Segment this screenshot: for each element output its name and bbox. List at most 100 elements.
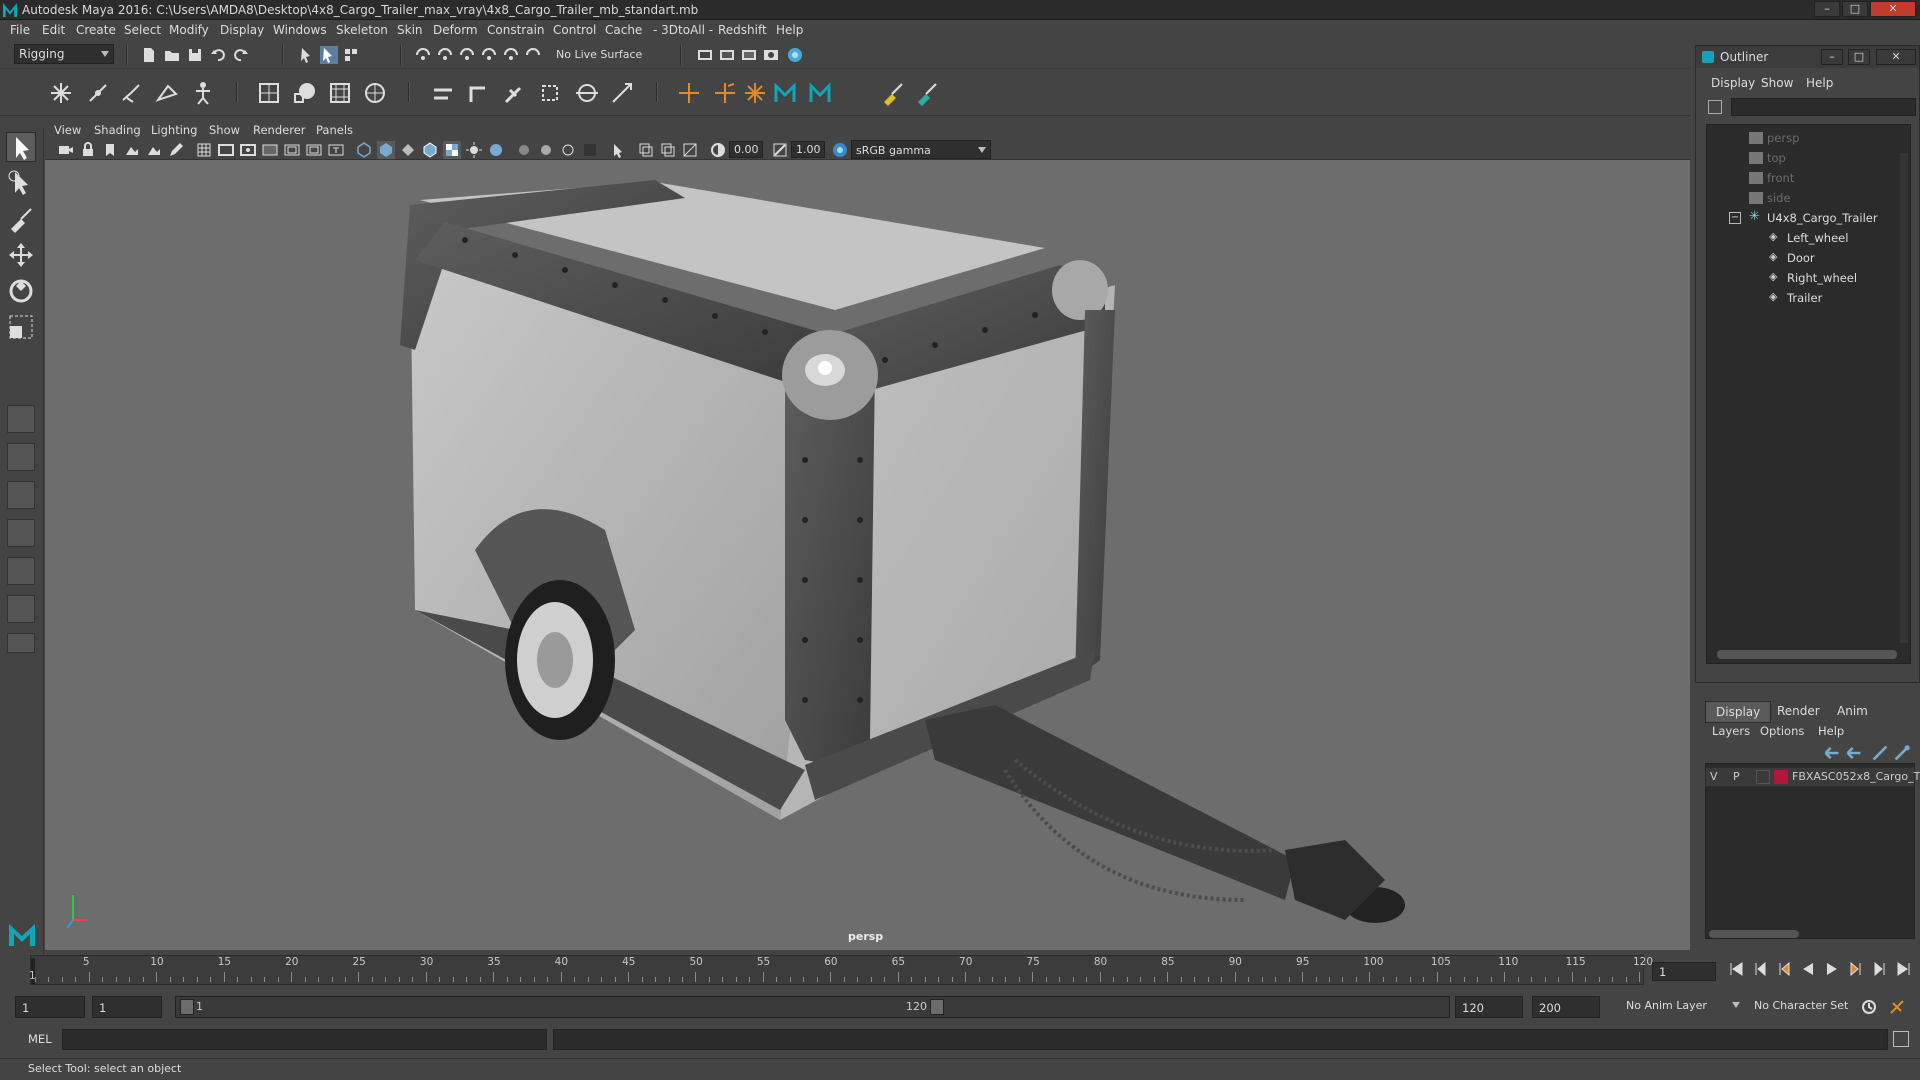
close-icon[interactable]: ✕: [1870, 1, 1916, 17]
viewport-menu-show[interactable]: Show: [209, 123, 240, 137]
snap-grid-icon[interactable]: [414, 46, 432, 64]
live-surface-label[interactable]: No Live Surface: [556, 48, 642, 61]
safe-action-icon[interactable]: [305, 141, 323, 159]
2d-pan-zoom-icon[interactable]: [145, 141, 163, 159]
outliner-item-trailer[interactable]: ◈ Trailer: [1707, 289, 1907, 307]
ik-spline-icon[interactable]: [119, 80, 145, 106]
locator-aim-icon[interactable]: [712, 80, 738, 106]
outliner-menu-show[interactable]: Show: [1761, 76, 1793, 90]
depth-of-field-icon[interactable]: [581, 141, 599, 159]
viewport-menu-lighting[interactable]: Lighting: [151, 123, 197, 137]
exposure-icon[interactable]: [709, 141, 727, 159]
undo-icon[interactable]: [209, 46, 227, 64]
outliner-search-input[interactable]: [1731, 98, 1916, 116]
outliner-item-group[interactable]: − ✳ U4x8_Cargo_Trailer: [1707, 209, 1907, 227]
collapse-icon[interactable]: −: [1729, 212, 1741, 224]
time-slider[interactable]: 1 5 10 15 20 25 30 35 40 45 50 55 60 65 70 75 80 85 90 95 1…: [0, 955, 1920, 987]
paint-brush-icon[interactable]: [914, 80, 940, 106]
range-slider[interactable]: 1 120: [175, 996, 1450, 1018]
skin-bind-icon[interactable]: [154, 80, 180, 106]
textured-icon[interactable]: [443, 141, 461, 159]
range-start-handle[interactable]: [180, 999, 194, 1015]
xray-icon[interactable]: [637, 141, 655, 159]
menu-cache[interactable]: Cache: [605, 23, 642, 37]
scale-tool-icon[interactable]: [6, 312, 36, 342]
anim-layer-dropdown[interactable]: No Anim Layer: [1622, 996, 1744, 1018]
play-backward-icon[interactable]: [1798, 959, 1818, 979]
playback-start-field[interactable]: 1: [92, 996, 162, 1018]
animation-preferences-icon[interactable]: [1888, 998, 1906, 1016]
lock-camera-icon[interactable]: [79, 141, 97, 159]
snap-view-plane-icon[interactable]: [480, 46, 498, 64]
xray-components-icon[interactable]: [681, 141, 699, 159]
current-frame-field[interactable]: 1: [1652, 962, 1716, 981]
outliner-item-door[interactable]: ◈ Door: [1707, 249, 1907, 267]
layer-visibility-toggle[interactable]: V: [1710, 770, 1718, 783]
more-layouts-icon[interactable]: [7, 633, 35, 653]
wireframe-on-shaded-icon[interactable]: [421, 141, 439, 159]
character-set-dropdown[interactable]: No Character Set: [1750, 996, 1868, 1018]
menu-constrain[interactable]: Constrain: [487, 23, 545, 37]
outliner-item-persp[interactable]: persp: [1707, 129, 1907, 147]
step-forward-key-icon[interactable]: [1870, 959, 1890, 979]
move-layer-down-icon[interactable]: [1845, 744, 1861, 760]
go-to-start-icon[interactable]: [1726, 959, 1746, 979]
rotate-tool-icon[interactable]: [6, 276, 36, 306]
ipr-render-icon[interactable]: [740, 46, 758, 64]
layer-row[interactable]: V P FBXASC052x8_Cargo_T: [1705, 767, 1920, 787]
step-back-frame-icon[interactable]: [1774, 959, 1794, 979]
safe-title-icon[interactable]: [327, 141, 345, 159]
lattice-icon[interactable]: [256, 80, 282, 106]
render-frame-icon[interactable]: [718, 46, 736, 64]
layer-menu-layers[interactable]: Layers: [1712, 724, 1750, 738]
go-to-end-icon[interactable]: [1894, 959, 1914, 979]
menu-redshift[interactable]: Redshift: [718, 23, 767, 37]
minimize-icon[interactable]: –: [1814, 1, 1840, 17]
anti-aliasing-icon[interactable]: [559, 141, 577, 159]
outliner-minimize-icon[interactable]: –: [1821, 49, 1843, 65]
deform-m-icon[interactable]: [772, 80, 798, 106]
gamma-icon[interactable]: [771, 141, 789, 159]
image-plane-icon[interactable]: [123, 141, 141, 159]
scale-constraint-icon[interactable]: [537, 80, 563, 106]
move-tool-icon[interactable]: [6, 240, 36, 270]
playback-end-field[interactable]: 120: [1455, 996, 1523, 1018]
outliner-item-right-wheel[interactable]: ◈ Right_wheel: [1707, 269, 1907, 287]
time-ruler[interactable]: 1 5 10 15 20 25 30 35 40 45 50 55 60 65 70 75 80 85 90 95 1…: [29, 955, 1653, 985]
outliner-horizontal-scrollbar[interactable]: [1717, 650, 1897, 659]
color-management-icon[interactable]: [831, 141, 849, 159]
select-object-icon[interactable]: [320, 46, 338, 64]
camera-icon[interactable]: [57, 141, 75, 159]
layer-playback-toggle[interactable]: P: [1733, 770, 1740, 783]
menu-help[interactable]: Help: [776, 23, 803, 37]
save-scene-icon[interactable]: [186, 46, 204, 64]
render-settings-icon[interactable]: [762, 46, 780, 64]
wireframe-icon[interactable]: [355, 141, 373, 159]
layer-reference-toggle[interactable]: [1756, 770, 1770, 784]
viewport-menu-panels[interactable]: Panels: [316, 123, 353, 137]
soft-mod-icon[interactable]: [362, 80, 388, 106]
menu-skin[interactable]: Skin: [397, 23, 423, 37]
new-scene-icon[interactable]: [140, 46, 158, 64]
open-scene-icon[interactable]: [163, 46, 181, 64]
lasso-tool-icon[interactable]: [6, 168, 36, 198]
menu-3dtoall[interactable]: - 3DtoAll -: [653, 23, 713, 37]
motion-blur-icon[interactable]: [537, 141, 555, 159]
ik-handle-icon[interactable]: [85, 80, 111, 106]
menu-file[interactable]: File: [10, 23, 30, 37]
outliner-menu-help[interactable]: Help: [1806, 76, 1833, 90]
aim-constraint-icon[interactable]: [574, 80, 600, 106]
menu-edit[interactable]: Edit: [42, 23, 65, 37]
range-end-handle[interactable]: [930, 999, 944, 1015]
outliner-item-side[interactable]: side: [1707, 189, 1907, 207]
layer-menu-help[interactable]: Help: [1818, 724, 1844, 738]
step-back-key-icon[interactable]: [1750, 959, 1770, 979]
graph-persp-layout-icon[interactable]: [7, 557, 35, 585]
outliner-filter-icon[interactable]: [1708, 100, 1722, 114]
outliner-close-icon[interactable]: ✕: [1876, 49, 1916, 65]
snap-live-icon[interactable]: [502, 46, 520, 64]
viewport-menu-view[interactable]: View: [54, 123, 81, 137]
select-hierarchy-icon[interactable]: [298, 46, 316, 64]
select-component-icon[interactable]: [342, 46, 360, 64]
redo-icon[interactable]: [232, 46, 250, 64]
